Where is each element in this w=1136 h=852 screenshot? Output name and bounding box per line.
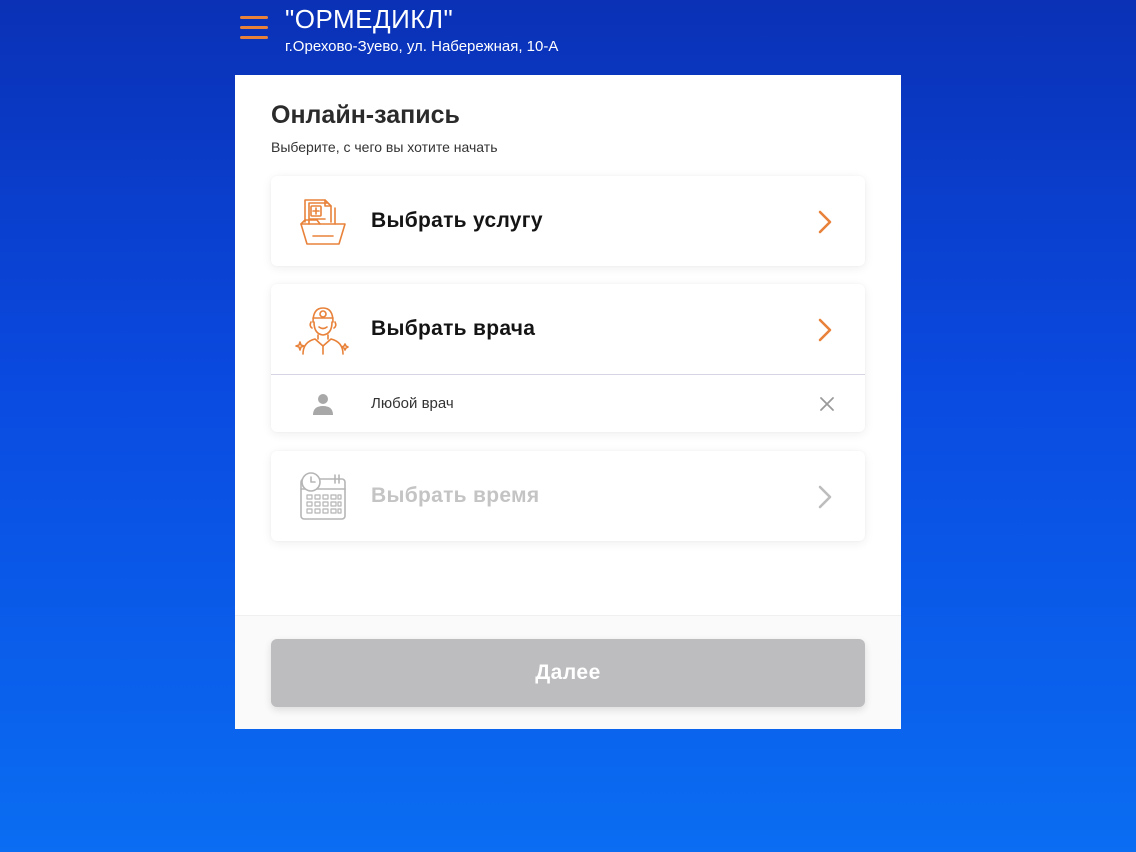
select-doctor-card: Выбрать врача Любой врач [271, 284, 865, 432]
selected-doctor-row: Любой врач [271, 374, 865, 432]
next-button[interactable]: Далее [271, 639, 865, 707]
clinic-name: "ОРМЕДИКЛ" [285, 4, 454, 34]
chevron-right-icon [818, 318, 832, 342]
page-title: Онлайн-запись [271, 101, 460, 129]
selected-doctor-value: Любой врач [371, 395, 454, 412]
booking-panel: Онлайн-запись Выберите, с чего вы хотите… [235, 75, 901, 729]
select-doctor-label: Выбрать врача [371, 317, 536, 340]
select-service-label: Выбрать услугу [371, 209, 543, 232]
select-time-label: Выбрать время [371, 484, 540, 507]
select-time-button[interactable]: Выбрать время [271, 451, 865, 541]
select-service-card: Выбрать услугу [271, 176, 865, 266]
person-icon [313, 394, 333, 415]
select-time-card: Выбрать время [271, 451, 865, 541]
doctor-icon [295, 307, 349, 355]
clear-selection-icon[interactable] [819, 396, 835, 412]
panel-footer: Далее [235, 615, 901, 729]
calendar-clock-icon [300, 472, 346, 520]
chevron-right-icon [818, 485, 832, 509]
hamburger-menu-icon[interactable] [240, 15, 268, 41]
chevron-right-icon [818, 210, 832, 234]
page-subtitle: Выберите, с чего вы хотите начать [271, 139, 498, 155]
select-doctor-button[interactable]: Выбрать врача [271, 284, 865, 374]
select-service-button[interactable]: Выбрать услугу [271, 176, 865, 266]
medical-folder-icon [300, 199, 346, 245]
app-header: "ОРМЕДИКЛ" г.Орехово-Зуево, ул. Набережн… [0, 0, 1136, 75]
clinic-address: г.Орехово-Зуево, ул. Набережная, 10-А [285, 38, 559, 55]
